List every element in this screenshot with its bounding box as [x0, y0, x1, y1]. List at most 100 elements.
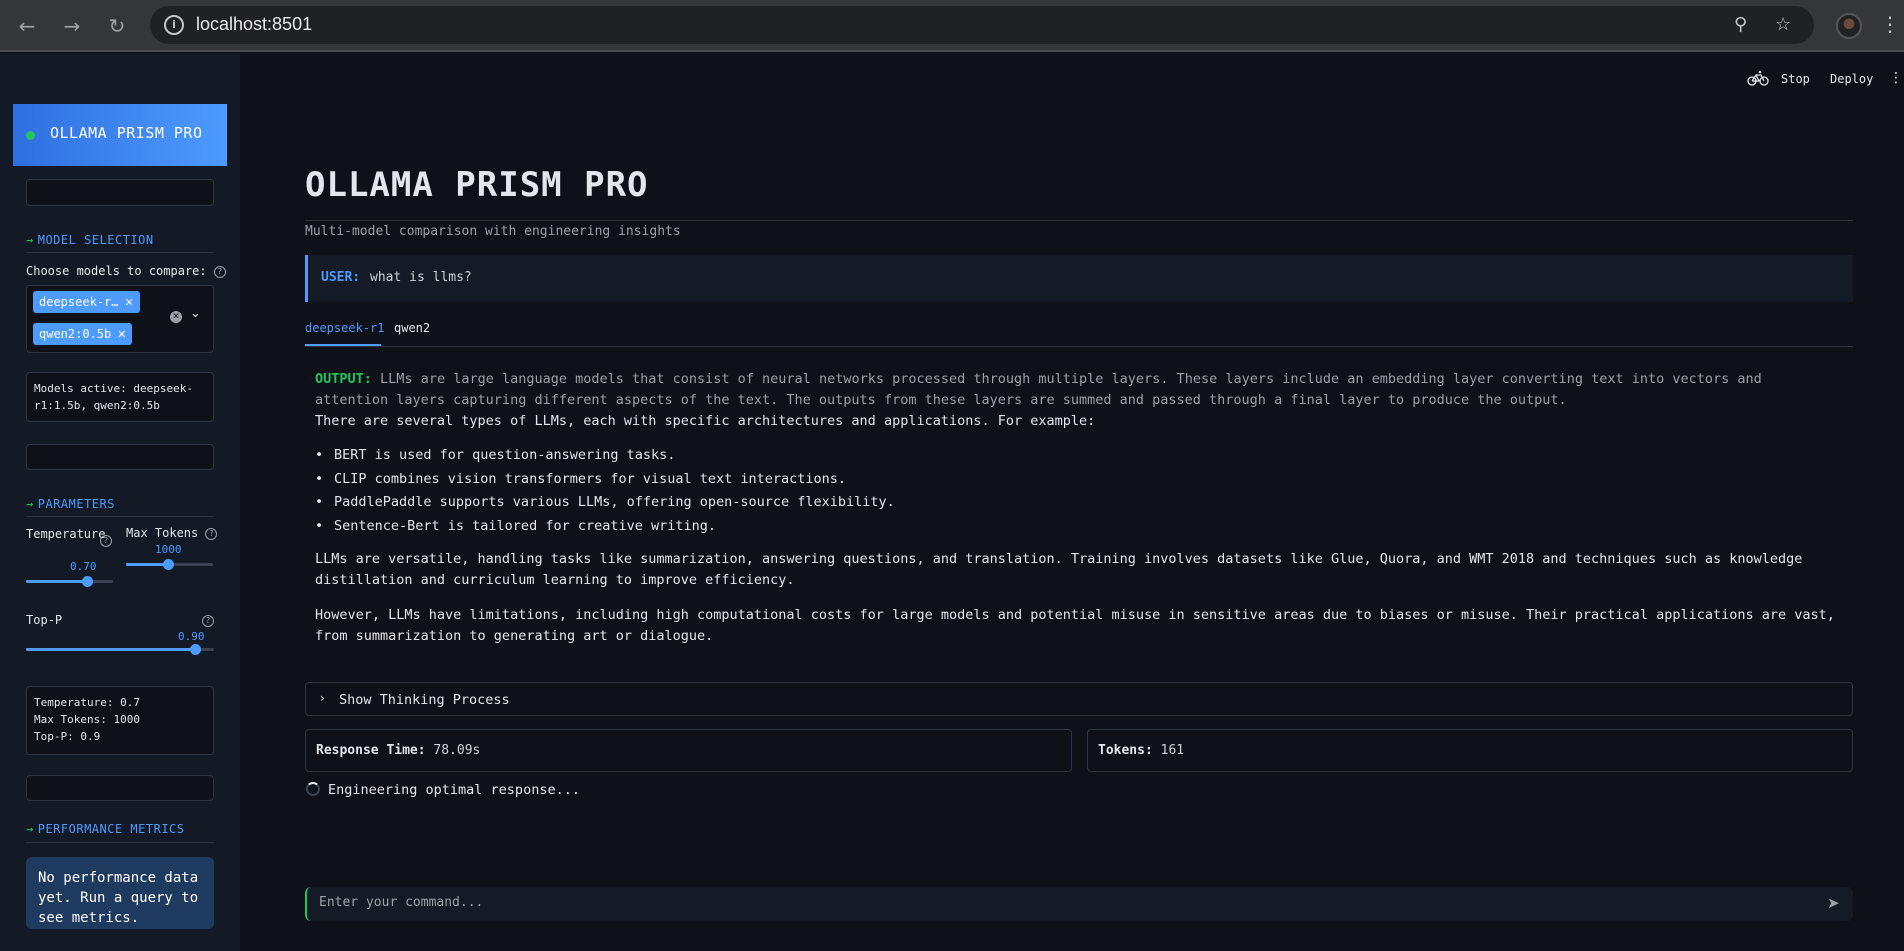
output-paragraph-2: LLMs are versatile, handling tasks like … — [315, 551, 1803, 588]
list-item-text: PaddlePaddle supports various LLMs, offe… — [334, 494, 895, 510]
metric-text: Response Time: 78.09s — [316, 743, 480, 758]
list-item-text: CLIP combines vision transformers for vi… — [334, 471, 847, 487]
slider-thumb[interactable] — [190, 644, 202, 655]
chat-input-container: ➤ — [305, 887, 1853, 921]
status-dot-icon — [26, 131, 35, 140]
output-intro-text: LLMs are large language models that cons… — [315, 371, 1762, 408]
site-info-icon[interactable]: i — [164, 15, 184, 35]
max-tokens-value: 1000 — [155, 543, 182, 556]
summary-temperature: Temperature: 0.7 — [34, 696, 140, 709]
slider-fill — [26, 580, 87, 583]
browser-toolbar: ← → ↻ i localhost:8501 ⚲ ☆ ⋮ — [0, 0, 1904, 52]
divider — [305, 346, 1853, 347]
help-icon[interactable]: ? — [205, 527, 218, 540]
user-message: USER: what is llms? — [305, 255, 1853, 302]
address-bar[interactable]: i localhost:8501 ⚲ ☆ — [150, 6, 1814, 44]
page-subtitle: Multi-model comparison with engineering … — [305, 224, 681, 239]
output-paragraph-3: However, LLMs have limitations, includin… — [315, 607, 1835, 644]
chip-label: deepseek-r… — [39, 295, 119, 309]
top-p-value: 0.90 — [178, 630, 205, 643]
section-performance-metrics: → PERFORMANCE METRICS — [26, 822, 214, 836]
slider-fill — [26, 648, 196, 651]
tokens-metric: Tokens: 161 — [1087, 729, 1853, 772]
max-tokens-label: Max Tokens ? — [126, 526, 218, 540]
loading-spinner-icon — [306, 782, 320, 796]
back-icon[interactable]: ← — [13, 12, 41, 40]
performance-empty-note: No performance data yet. Run a query to … — [26, 857, 214, 929]
model-multiselect[interactable]: deepseek-r… ✕ qwen2:0.5b ✕ ✕ ⌄ — [26, 285, 214, 353]
brand-banner: OLLAMA PRISM PRO — [13, 104, 227, 166]
section-parameters: → PARAMETERS — [26, 497, 214, 511]
zoom-icon[interactable]: ⚲ — [1734, 14, 1747, 35]
chat-input[interactable] — [319, 895, 1799, 910]
sidebar-empty-box — [26, 179, 214, 206]
metric-label: Tokens: — [1098, 743, 1153, 758]
clear-selection-icon[interactable]: ✕ — [170, 311, 182, 323]
url-text[interactable]: localhost:8501 — [196, 14, 312, 35]
section-model-selection: → MODEL SELECTION — [26, 233, 214, 247]
section-label: PERFORMANCE METRICS — [37, 822, 185, 836]
tab-deepseek-r1[interactable]: deepseek-r1 — [305, 321, 384, 335]
help-icon[interactable]: ? — [202, 615, 214, 627]
list-item: CLIP combines vision transformers for vi… — [315, 471, 846, 487]
max-tokens-slider[interactable] — [126, 559, 213, 570]
bookmark-star-icon[interactable]: ☆ — [1775, 14, 1791, 35]
remove-chip-icon[interactable]: ✕ — [117, 328, 126, 341]
divider — [26, 252, 214, 253]
section-label: MODEL SELECTION — [37, 233, 154, 247]
divider — [26, 842, 214, 843]
max-tokens-text: Max Tokens — [126, 526, 199, 540]
list-item: BERT is used for question-answering task… — [315, 447, 675, 463]
sidebar-empty-box — [26, 775, 214, 801]
metric-label: Response Time: — [316, 743, 426, 758]
top-p-slider[interactable] — [26, 644, 214, 655]
model-chip[interactable]: qwen2:0.5b ✕ — [33, 323, 133, 345]
browser-menu-icon[interactable]: ⋮ — [1880, 12, 1900, 36]
top-p-label: Top-P — [26, 613, 63, 627]
output-label: OUTPUT: — [315, 371, 372, 387]
send-icon[interactable]: ➤ — [1827, 894, 1840, 912]
slider-fill — [126, 563, 168, 566]
temperature-slider[interactable] — [26, 576, 113, 587]
divider — [305, 220, 1853, 221]
list-item: PaddlePaddle supports various LLMs, offe… — [315, 494, 895, 510]
remove-chip-icon[interactable]: ✕ — [124, 296, 133, 309]
summary-max-tokens: Max Tokens: 1000 — [34, 713, 140, 726]
choose-models-text: Choose models to compare: — [26, 264, 207, 278]
help-icon[interactable]: ? — [100, 535, 112, 547]
response-time-metric: Response Time: 78.09s — [305, 729, 1072, 772]
user-label: USER: — [321, 270, 361, 285]
section-label: PARAMETERS — [37, 497, 115, 511]
choose-models-label: Choose models to compare: ? — [26, 264, 226, 278]
slider-thumb[interactable] — [162, 559, 174, 570]
tab-qwen2[interactable]: qwen2 — [394, 321, 430, 335]
arrow-icon: → — [26, 822, 34, 836]
arrow-icon: → — [26, 497, 34, 511]
slider-thumb[interactable] — [81, 576, 93, 587]
help-icon[interactable]: ? — [213, 265, 226, 278]
temperature-value: 0.70 — [70, 560, 97, 573]
metric-text: Tokens: 161 — [1098, 743, 1184, 758]
model-chip[interactable]: deepseek-r… ✕ — [33, 291, 140, 313]
page-title: OLLAMA PRISM PRO — [305, 165, 649, 205]
temperature-label: Temperature — [26, 527, 106, 541]
stop-button[interactable]: Stop — [1781, 72, 1810, 86]
metric-value: 161 — [1160, 743, 1185, 758]
sidebar-empty-box — [26, 444, 214, 470]
profile-avatar[interactable] — [1836, 13, 1862, 39]
chevron-down-icon[interactable]: ⌄ — [190, 306, 201, 321]
list-item-text: BERT is used for question-answering task… — [334, 447, 676, 463]
list-item-text: Sentence-Bert is tailored for creative w… — [334, 518, 717, 534]
show-thinking-expander[interactable]: › Show Thinking Process — [305, 682, 1853, 716]
forward-icon[interactable]: → — [58, 12, 86, 40]
deploy-button[interactable]: Deploy — [1830, 72, 1873, 86]
reload-icon[interactable]: ↻ — [103, 12, 131, 40]
divider — [26, 516, 214, 517]
models-active-info: Models active: deepseek-r1:1.5b, qwen2:0… — [26, 372, 214, 422]
app-menu-icon[interactable]: ⋮ — [1889, 70, 1903, 86]
arrow-icon: → — [26, 233, 34, 247]
chip-label: qwen2:0.5b — [39, 327, 112, 341]
sidebar: OLLAMA PRISM PRO → MODEL SELECTION Choose… — [0, 54, 240, 951]
chevron-right-icon: › — [320, 691, 325, 705]
output-intro: OUTPUT: LLMs are large language models t… — [315, 369, 1835, 411]
